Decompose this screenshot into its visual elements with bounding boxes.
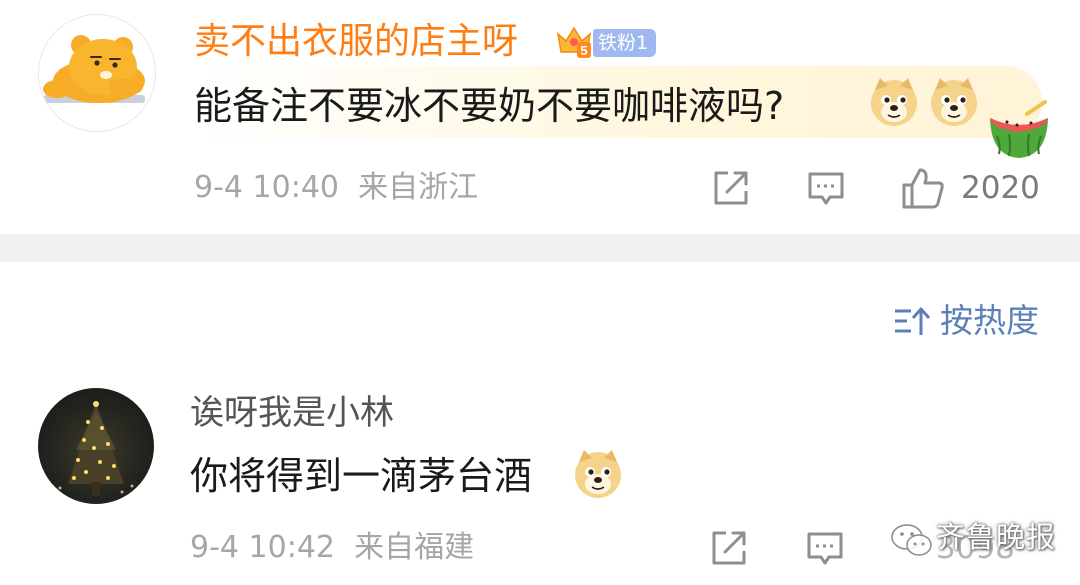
comment-text: 你将得到一滴茅台酒 — [190, 454, 533, 498]
watermark-text: 齐鲁晚报 — [936, 520, 1057, 554]
comment-icon[interactable] — [805, 528, 845, 568]
comment-date: 9-4 10:40 — [194, 170, 339, 205]
like-thumb-icon[interactable] — [900, 166, 946, 210]
sort-icon[interactable] — [893, 305, 931, 339]
doge-emoji-icon — [931, 78, 977, 126]
christmas-tree-avatar-icon — [58, 401, 134, 496]
watermelon-sticker-icon — [990, 100, 1048, 158]
share-icon[interactable] — [709, 528, 749, 568]
comment-location: 来自浙江 — [358, 170, 479, 205]
comment-location: 来自福建 — [354, 530, 475, 565]
ryan-bear-avatar-icon — [39, 15, 155, 131]
comment-date: 9-4 10:42 — [190, 530, 335, 565]
vip-crown-icon: 5 — [556, 26, 592, 58]
comment-username[interactable]: 诶呀我是小林 — [190, 390, 394, 436]
doge-emoji-icon — [871, 78, 917, 126]
wechat-watermark-icon — [891, 524, 932, 556]
comment-meta: 9-4 10:42 来自福建 — [190, 528, 474, 568]
user-avatar[interactable] — [38, 14, 156, 132]
share-icon[interactable] — [711, 168, 751, 208]
fan-badge[interactable]: 铁粉1 — [593, 29, 657, 57]
sort-by-hot-button[interactable]: 按热度 — [940, 299, 1039, 343]
vip-level: 5 — [580, 43, 587, 58]
comment-username[interactable]: 卖不出衣服的店主呀 — [194, 18, 518, 66]
comment-text: 能备注不要冰不要奶不要咖啡液吗? — [194, 84, 785, 128]
comment-meta: 9-4 10:40 来自浙江 — [194, 168, 478, 208]
user-avatar[interactable] — [38, 388, 154, 504]
doge-emoji-icon — [575, 450, 621, 498]
like-count: 2020 — [961, 170, 1040, 206]
section-divider — [0, 234, 1080, 262]
comment-icon[interactable] — [806, 168, 846, 208]
